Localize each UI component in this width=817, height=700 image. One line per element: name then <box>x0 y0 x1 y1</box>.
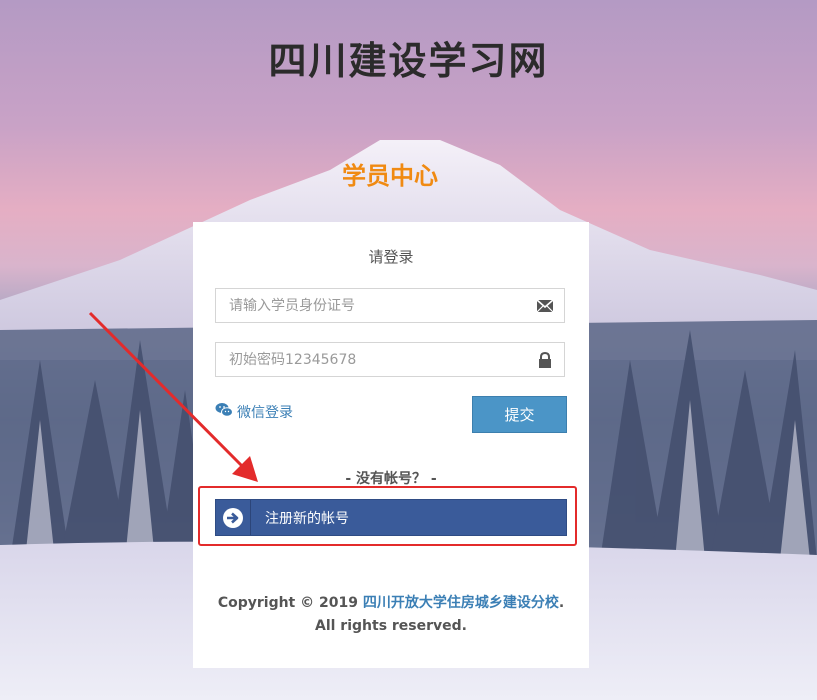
org-link[interactable]: 四川开放大学住房城乡建设分校 <box>363 595 559 611</box>
lock-icon <box>536 351 554 368</box>
id-number-field <box>215 288 565 323</box>
copyright-suffix: . <box>558 595 565 611</box>
no-account-text: - 没有帐号？ - <box>345 471 437 487</box>
site-title: 四川建设学习网 <box>268 39 549 83</box>
envelope-icon <box>536 298 554 314</box>
wechat-login-label: 微信登录 <box>237 405 293 421</box>
copyright-prefix: Copyright © 2019 <box>217 595 363 611</box>
wechat-login-link[interactable]: 微信登录 <box>215 402 293 422</box>
id-number-input[interactable] <box>216 289 529 322</box>
login-panel: 请登录 微信登录 <box>193 222 589 668</box>
rights-text: All rights reserved. <box>315 618 467 634</box>
login-prompt: 请登录 <box>368 248 414 266</box>
register-button-label: 注册新的帐号 <box>265 510 349 527</box>
arrow-circle-right-icon <box>216 500 251 535</box>
wechat-icon <box>215 402 233 422</box>
page-subtitle: 学员中心 <box>342 162 438 190</box>
submit-button[interactable]: 提交 <box>472 396 567 433</box>
password-field <box>215 342 565 377</box>
register-button[interactable]: 注册新的帐号 <box>215 499 567 536</box>
copyright-footer: Copyright © 2019 四川开放大学住房城乡建设分校. All rig… <box>193 592 589 638</box>
password-input[interactable] <box>216 343 529 376</box>
